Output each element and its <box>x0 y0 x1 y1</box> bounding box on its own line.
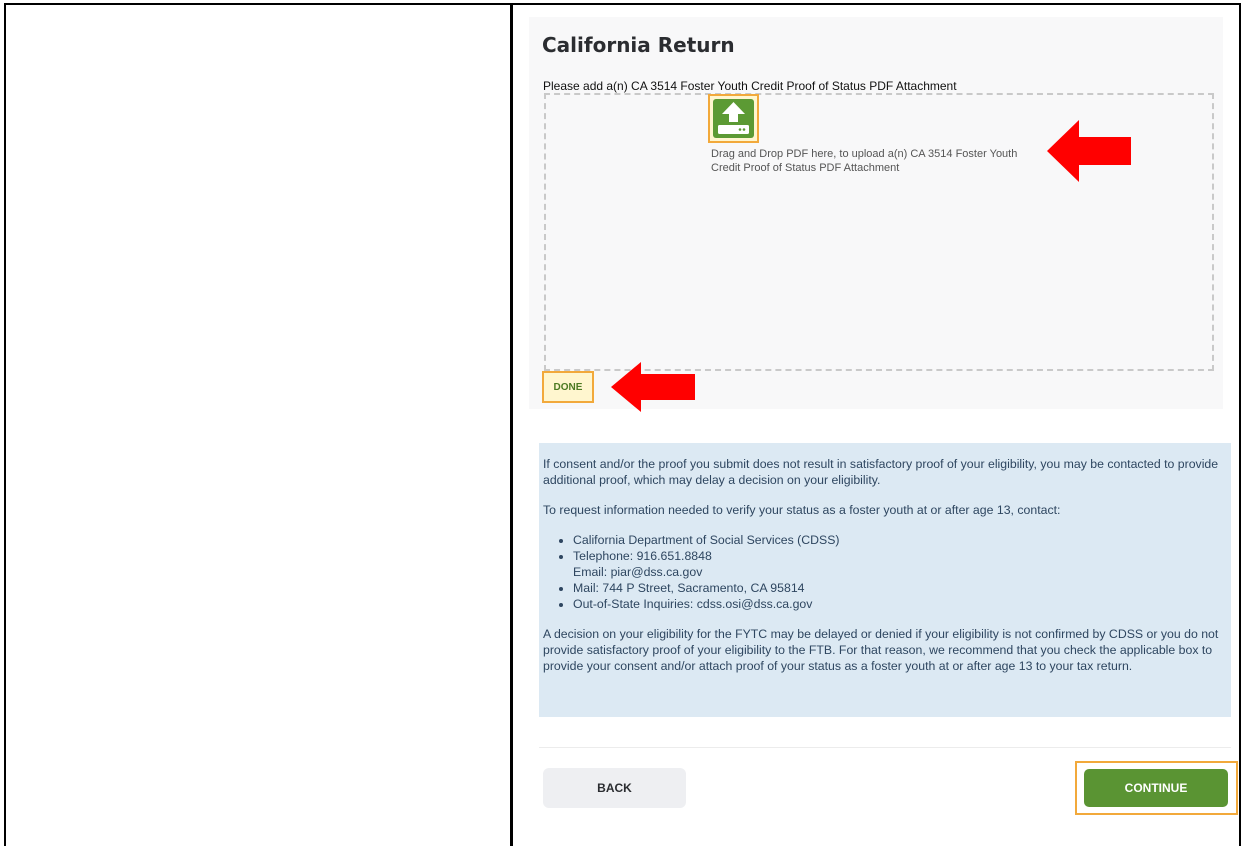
contact-list: California Department of Social Services… <box>543 532 1227 612</box>
panel-divider <box>510 3 513 846</box>
contact-agency: California Department of Social Services… <box>573 532 1227 548</box>
contact-mail: Mail: 744 P Street, Sacramento, CA 95814 <box>573 580 1227 596</box>
info-paragraph: A decision on your eligibility for the F… <box>543 627 1219 673</box>
eligibility-info-panel: If consent and/or the proof you submit d… <box>539 443 1231 717</box>
continue-button[interactable]: CONTINUE <box>1084 769 1228 807</box>
red-arrow-annotation <box>611 362 695 412</box>
upload-instruction: Please add a(n) CA 3514 Foster Youth Cre… <box>543 79 957 93</box>
left-panel <box>6 5 510 846</box>
page-title: California Return <box>542 33 735 57</box>
contact-telephone: Telephone: 916.651.8848 <box>573 549 712 563</box>
back-button[interactable]: BACK <box>543 768 686 808</box>
info-paragraph: If consent and/or the proof you submit d… <box>543 457 1219 487</box>
upload-icon <box>713 99 754 138</box>
footer-divider <box>539 747 1231 748</box>
dropzone-text: Drag and Drop PDF here, to upload a(n) C… <box>711 148 1018 174</box>
contact-telephone-email: Telephone: 916.651.8848 Email: piar@dss.c… <box>573 548 1227 580</box>
upload-button[interactable] <box>708 94 759 143</box>
red-arrow-annotation <box>1047 120 1131 182</box>
contact-email: Email: piar@dss.ca.gov <box>573 565 703 579</box>
done-button[interactable]: DONE <box>542 371 594 403</box>
info-paragraph: To request information needed to verify … <box>543 503 1061 517</box>
contact-out-of-state: Out-of-State Inquiries: cdss.osi@dss.ca.… <box>573 596 1227 612</box>
